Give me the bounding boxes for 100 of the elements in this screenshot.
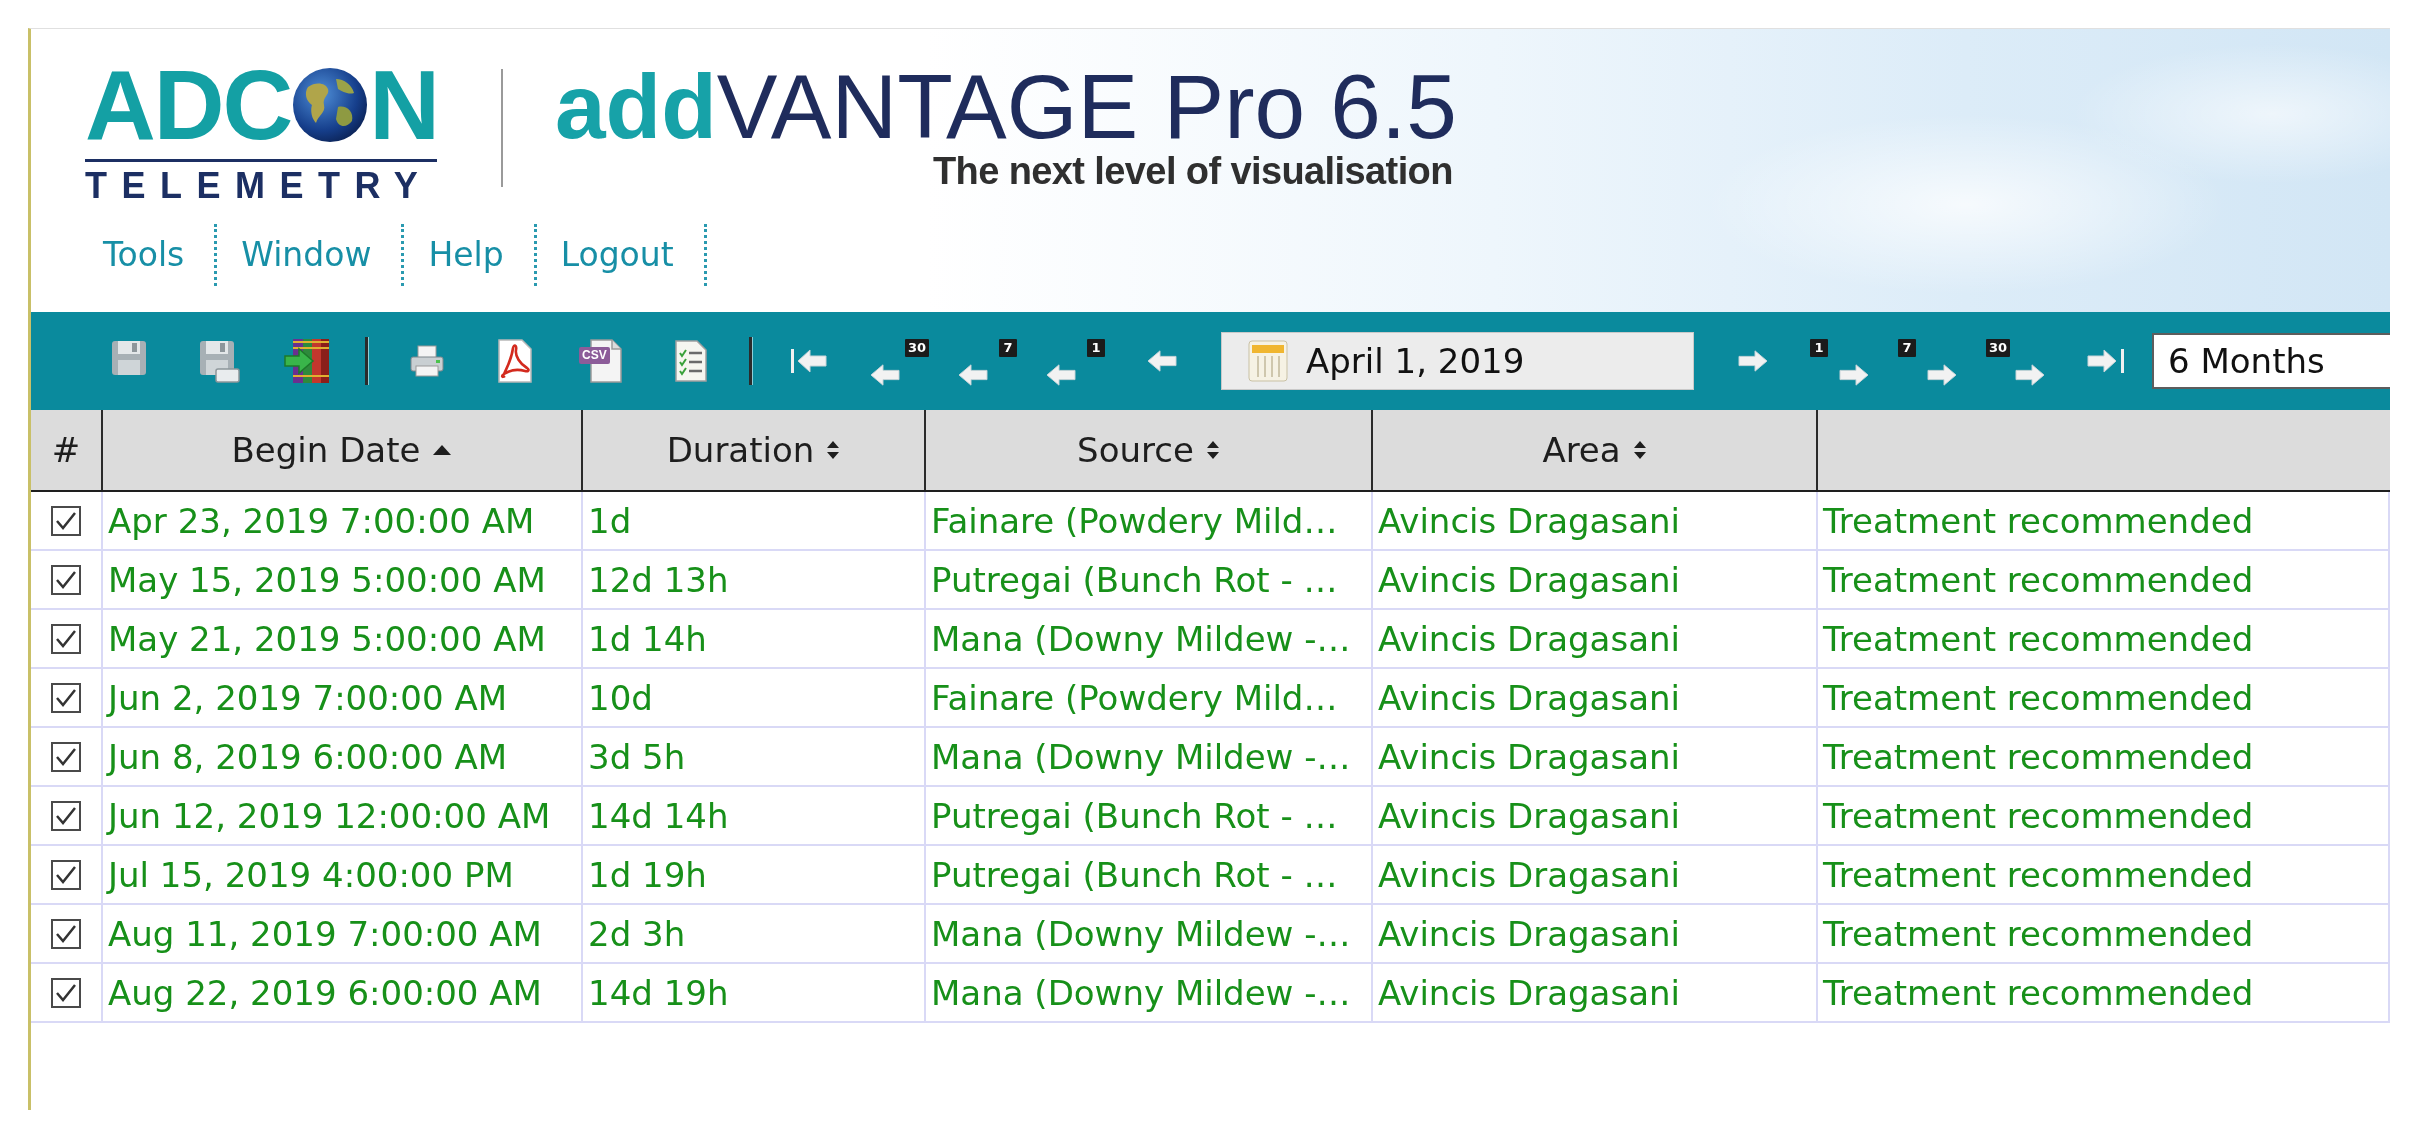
checkbox[interactable] — [51, 859, 81, 890]
checkbox[interactable] — [51, 741, 81, 772]
globe-icon — [292, 67, 369, 143]
date-field[interactable]: April 1, 2019 — [1221, 332, 1694, 390]
table-cell: Putregai (Bunch Rot - … — [926, 846, 1373, 903]
step-forward-button[interactable]: 7 — [1898, 335, 1958, 387]
table-cell: Treatment recommended — [1818, 905, 2390, 962]
arrow-left-icon — [957, 363, 991, 387]
menu-item[interactable]: Tools — [85, 224, 218, 286]
logo-text: ADC — [85, 63, 292, 147]
table-cell: Avincis Dragasani — [1373, 787, 1818, 844]
floppy-disk-stack-icon — [198, 339, 240, 383]
sort-icon[interactable] — [826, 440, 841, 460]
table-cell: Jun 2, 2019 7:00:00 AM — [103, 669, 583, 726]
checklist-document-icon — [673, 339, 709, 383]
sort-icon[interactable] — [1632, 440, 1647, 460]
table-cell: Avincis Dragasani — [1373, 669, 1818, 726]
pdf-file-icon — [496, 338, 534, 384]
table-cell: Treatment recommended — [1818, 964, 2390, 1021]
table-cell: 14d 19h — [583, 964, 926, 1021]
arrow-left-icon — [869, 363, 903, 387]
table-cell: Mana (Downy Mildew -… — [926, 905, 1373, 962]
table-cell: Avincis Dragasani — [1373, 964, 1818, 1021]
column-header[interactable]: # — [31, 410, 103, 490]
printer-icon — [409, 344, 445, 378]
table-cell: Avincis Dragasani — [1373, 905, 1818, 962]
arrow-left-icon — [1045, 363, 1079, 387]
table-cell: Treatment recommended — [1818, 846, 2390, 903]
table-cell: May 15, 2019 5:00:00 AM — [103, 551, 583, 608]
file-type-badge: CSV — [579, 347, 610, 364]
checkbox[interactable] — [51, 623, 81, 654]
sort-ascending-icon[interactable] — [432, 444, 453, 456]
calendar-icon — [1248, 340, 1288, 382]
sort-icon[interactable] — [1205, 440, 1220, 460]
table-cell: 14d 14h — [583, 787, 926, 844]
table-cell: Putregai (Bunch Rot - … — [926, 551, 1373, 608]
step-count-badge: 7 — [999, 339, 1017, 357]
checkbox[interactable] — [51, 977, 81, 1008]
table-cell: 2d 3h — [583, 905, 926, 962]
column-header[interactable]: Begin Date — [103, 410, 583, 490]
menu-item[interactable]: Logout — [536, 224, 707, 286]
table-cell: Aug 11, 2019 7:00:00 AM — [103, 905, 583, 962]
table-cell: 10d — [583, 669, 926, 726]
checkbox[interactable] — [51, 564, 81, 595]
table-cell: Treatment recommended — [1818, 610, 2390, 667]
checkbox[interactable] — [51, 918, 81, 949]
table-cell: Apr 23, 2019 7:00:00 AM — [103, 492, 583, 549]
arrow-right-icon — [2012, 363, 2046, 387]
table-cell: 1d 14h — [583, 610, 926, 667]
table-cell: Fainare (Powdery Mild… — [926, 492, 1373, 549]
table-cell: Avincis Dragasani — [1373, 728, 1818, 785]
arrow-right-icon — [1735, 349, 1769, 373]
table-cell: Fainare (Powdery Mild… — [926, 669, 1373, 726]
column-header[interactable]: Duration — [583, 410, 926, 490]
column-header[interactable]: Source — [926, 410, 1373, 490]
logo-subtitle: TELEMETRY — [85, 166, 434, 206]
table-cell: Treatment recommended — [1818, 492, 2390, 549]
table-cell: Avincis Dragasani — [1373, 846, 1818, 903]
table-cell: Jul 15, 2019 4:00:00 PM — [103, 846, 583, 903]
product-title: addVANTAGE Pro 6.5 — [555, 63, 1457, 151]
table-cell: Mana (Downy Mildew -… — [926, 728, 1373, 785]
table-cell: Mana (Downy Mildew -… — [926, 610, 1373, 667]
table-cell: Jun 8, 2019 6:00:00 AM — [103, 728, 583, 785]
table-cell: Treatment recommended — [1818, 669, 2390, 726]
step-count-badge: 1 — [1087, 339, 1105, 357]
table-cell: Avincis Dragasani — [1373, 610, 1818, 667]
column-header[interactable]: Area — [1373, 410, 1818, 490]
step-forward-button[interactable]: 30 — [1986, 335, 2046, 387]
step-back-button[interactable]: 7 — [957, 335, 1017, 387]
step-back-button[interactable]: 30 — [869, 335, 929, 387]
table-cell: 1d — [583, 492, 926, 549]
table-cell: Aug 22, 2019 6:00:00 AM — [103, 964, 583, 1021]
table-cell: Mana (Downy Mildew -… — [926, 964, 1373, 1021]
table-cell: Treatment recommended — [1818, 787, 2390, 844]
product-tagline: The next level of visualisation — [932, 151, 1453, 191]
arrow-right-bar-icon — [2084, 348, 2124, 374]
step-count-badge: 1 — [1810, 339, 1828, 357]
checkbox[interactable] — [51, 800, 81, 831]
table-cell: Jun 12, 2019 12:00:00 AM — [103, 787, 583, 844]
period-select[interactable]: 6 Months — [2152, 333, 2390, 389]
step-count-badge: 30 — [1986, 339, 2011, 357]
logo-text: N — [369, 63, 439, 147]
checkbox[interactable] — [51, 505, 81, 536]
step-count-badge: 7 — [1898, 339, 1916, 357]
table-cell: Avincis Dragasani — [1373, 551, 1818, 608]
table-cell: Treatment recommended — [1818, 551, 2390, 608]
table-cell: 1d 19h — [583, 846, 926, 903]
table-cell: 12d 13h — [583, 551, 926, 608]
table-cell: Treatment recommended — [1818, 728, 2390, 785]
step-count-badge: 30 — [904, 339, 929, 357]
table-cell: May 21, 2019 5:00:00 AM — [103, 610, 583, 667]
arrow-left-icon — [1146, 349, 1180, 373]
step-forward-button[interactable]: 1 — [1810, 335, 1870, 387]
books-arrow-icon — [283, 336, 331, 386]
checkbox[interactable] — [51, 682, 81, 713]
csv-export-button[interactable]: CSV — [573, 335, 633, 387]
menu-item[interactable]: Window — [217, 224, 405, 286]
step-back-button[interactable]: 1 — [1045, 335, 1105, 387]
menu-item[interactable]: Help — [404, 224, 537, 286]
arrow-right-icon — [1924, 363, 1958, 387]
